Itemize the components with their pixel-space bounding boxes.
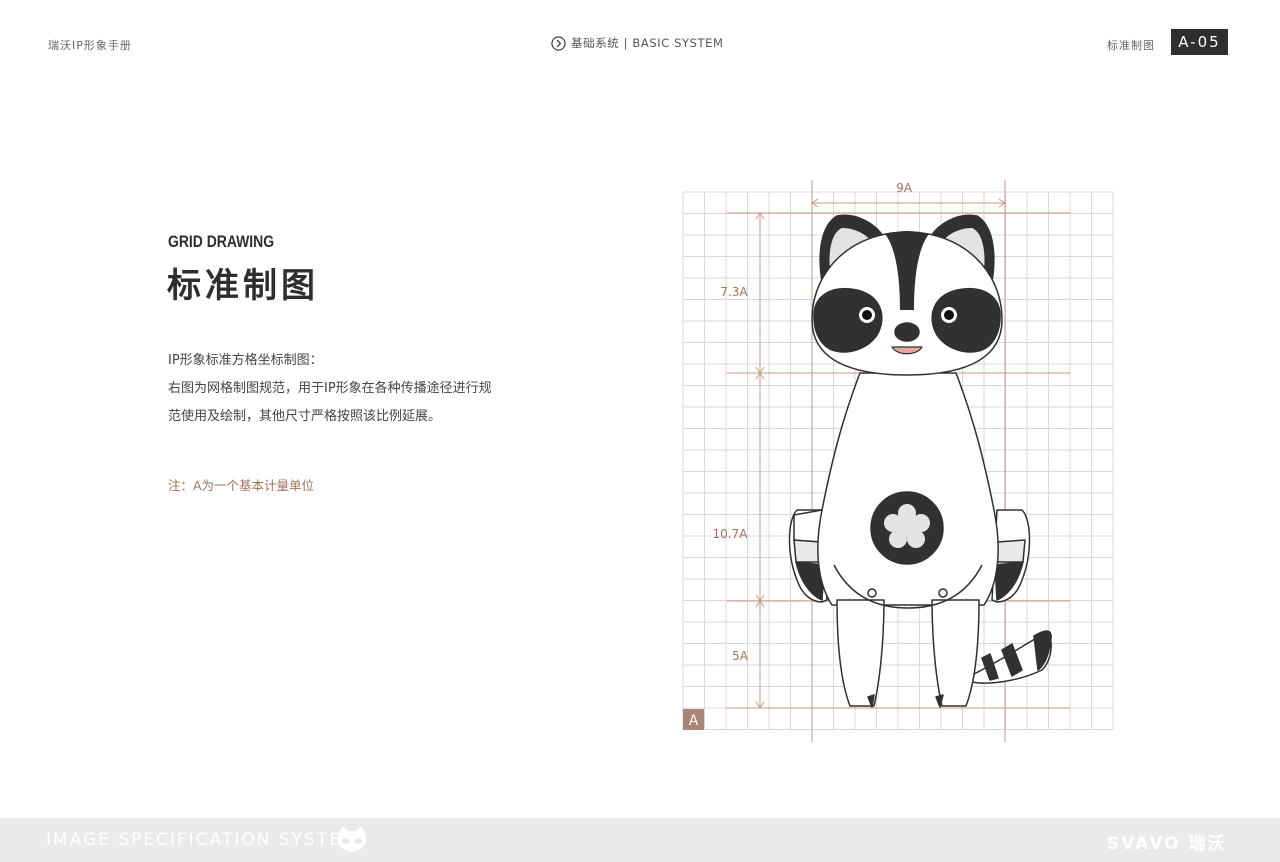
width-dimension-label: 9A (896, 181, 913, 195)
page-code-badge: A-05 (1171, 29, 1228, 55)
description-line: IP形象标准方格坐标制图： (168, 353, 323, 368)
unit-box-label: A (689, 713, 699, 729)
description: IP形象标准方格坐标制图： 右图为网格制图规范，用于IP形象在各种传播途径进行规… (168, 347, 492, 431)
footer-brand-logo: SVAVO 瑞沃 (1107, 834, 1227, 854)
raccoon-logo-icon (337, 826, 367, 852)
page-title-en: GRID DRAWING (168, 232, 275, 251)
unit-note: 注：A为一个基本计量单位 (168, 478, 315, 493)
chevron-right-circle-icon (551, 35, 566, 51)
page-title-cn: 标准制图 (167, 266, 319, 306)
page-label: 标准制图 (1107, 39, 1155, 52)
height-dimension-label: 7.3A (720, 285, 748, 299)
footer-system-label: IMAGE SPECIFICATION SYSTEM (46, 830, 359, 850)
raccoon-mascot-illustration (788, 214, 1052, 708)
height-dimension-label: 5A (732, 649, 749, 663)
grid-drawing: 9A 7.3A 10.7A 5A A (682, 180, 1114, 742)
section-label: 基础系统 | BASIC SYSTEM (571, 36, 724, 50)
manual-title: 瑞沃IP形象手册 (48, 39, 132, 52)
footer-bar: IMAGE SPECIFICATION SYSTEM SVAVO 瑞沃 (0, 818, 1280, 862)
height-dimension-label: 10.7A (713, 527, 749, 541)
section-breadcrumb: 基础系统 | BASIC SYSTEM (551, 35, 724, 51)
description-line: 范使用及绘制，其他尺寸严格按照该比例延展。 (168, 409, 442, 424)
description-line: 右图为网格制图规范，用于IP形象在各种传播途径进行规 (168, 381, 492, 396)
